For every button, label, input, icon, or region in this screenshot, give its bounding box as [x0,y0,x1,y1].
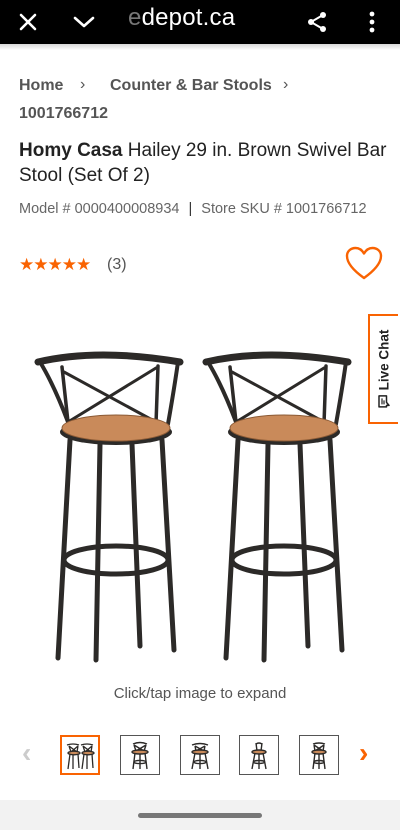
thumbnail-image [66,743,95,770]
favorite-button[interactable] [345,246,383,282]
expand-hint: Click/tap image to expand [113,685,287,702]
product-image[interactable] [28,340,363,670]
thumbnail-image [131,741,149,770]
chevron-left-icon: ‹ [22,737,32,768]
live-chat-label: Live Chat [377,330,392,409]
bar-stools-image [34,351,352,663]
heart-icon [345,246,383,280]
live-chat-button[interactable]: Live Chat [368,314,398,424]
model-number: Model # 0000400008934 [19,201,180,217]
thumbnail-image [311,742,327,770]
url-domain: depot.ca [141,4,236,31]
breadcrumb-category[interactable]: Counter & Bar Stools [110,77,272,95]
product-brand[interactable]: Homy Casa [19,140,123,161]
gallery-prev-button[interactable]: ‹ [22,737,31,769]
breadcrumb-current: 1001766712 [19,105,108,122]
live-chat-text: Live Chat [376,329,392,391]
browser-toolbar: edepot.ca [0,0,400,44]
chevron-right-icon: › [359,737,369,768]
rating-stars[interactable]: ★★★★★ [19,255,91,275]
gallery-thumbnail[interactable] [239,735,279,775]
store-sku: Store SKU # 1001766712 [201,201,367,217]
close-icon [19,13,37,31]
tabs-dropdown-button[interactable] [64,0,104,44]
gallery-thumbnail[interactable] [120,735,160,775]
home-gesture-handle[interactable] [138,813,262,818]
gallery-thumbnail[interactable] [299,735,339,775]
thumbnail-image [191,742,209,770]
breadcrumb-chevron-icon: › [283,76,289,93]
more-vert-icon [369,11,375,33]
breadcrumb-home[interactable]: Home [19,77,63,95]
system-navigation-bar [0,800,400,830]
identifier-separator: | [188,201,193,217]
close-button[interactable] [8,0,48,44]
gallery-thumbnail[interactable] [60,735,100,775]
share-button[interactable] [297,0,337,44]
url-bar[interactable]: edepot.ca [128,4,235,32]
share-icon [308,12,326,32]
toolbar-shadow [0,44,400,50]
more-options-button[interactable] [352,0,392,44]
gallery-thumbnail[interactable] [180,735,220,775]
breadcrumb-chevron-icon: › [80,76,86,93]
product-title: Homy Casa Hailey 29 in. Brown Swivel Bar… [19,138,389,188]
thumbnail-image [251,742,267,770]
chat-bubble-icon [378,395,390,408]
url-faded-part: e [128,4,142,31]
chevron-down-icon [73,16,95,28]
product-identifiers: Model # 0000400008934 | Store SKU # 1001… [19,199,379,219]
review-count[interactable]: (3) [107,256,127,274]
gallery-next-button[interactable]: › [359,737,368,769]
